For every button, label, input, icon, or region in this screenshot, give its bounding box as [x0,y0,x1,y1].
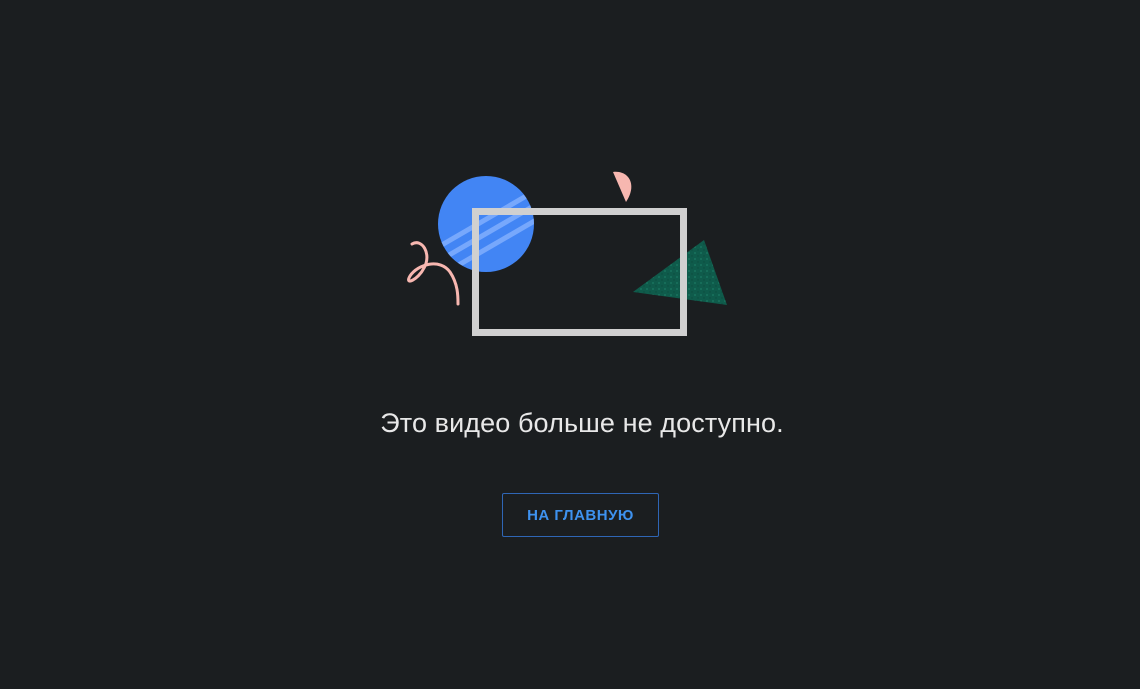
video-unavailable-illustration [407,171,727,336]
error-page: Это видео больше не доступно. НА ГЛАВНУЮ [0,0,1140,689]
blue-circle-icon [438,176,534,272]
unavailable-message: Это видео больше не доступно. [380,408,784,438]
pink-half-circle-icon [613,171,632,202]
go-home-button[interactable]: НА ГЛАВНУЮ [502,493,659,537]
